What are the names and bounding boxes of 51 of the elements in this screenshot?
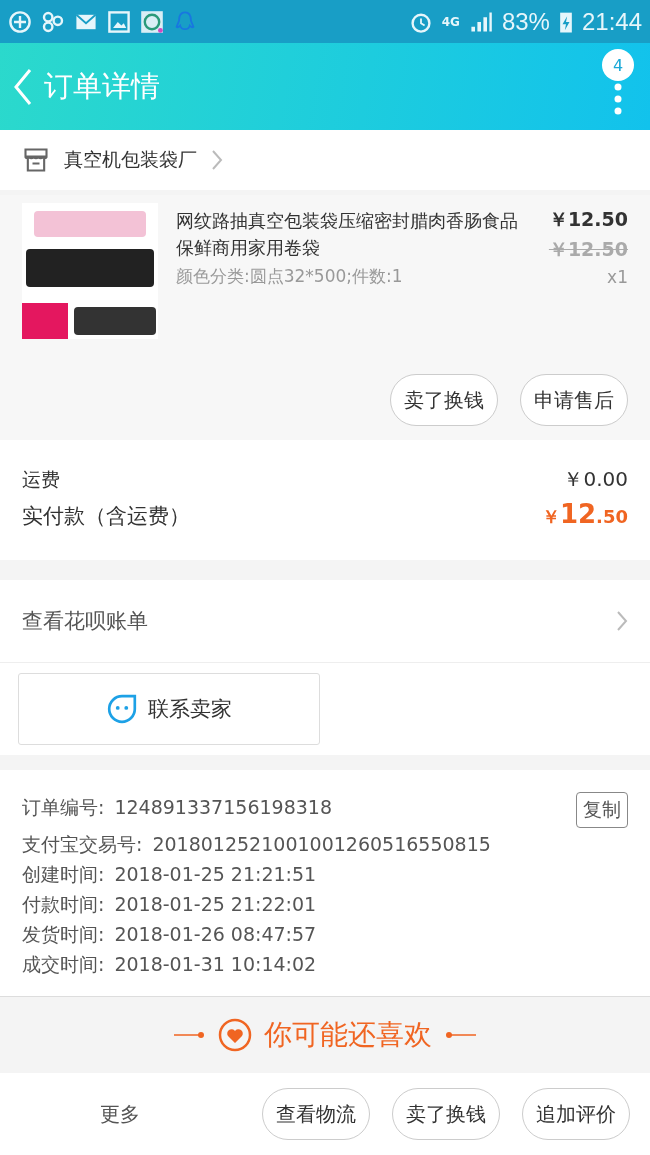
chevron-icon <box>211 149 223 171</box>
more-link[interactable]: 更多 <box>100 1100 140 1128</box>
shop-name: 真空机包装袋厂 <box>64 147 197 172</box>
product-price: ￥12.50 <box>548 207 628 232</box>
image-icon <box>107 9 131 34</box>
bill-link: 查看花呗账单 <box>22 608 148 635</box>
action-button[interactable]: 卖了换钱 <box>390 374 498 426</box>
smiley-icon <box>106 693 138 725</box>
copy-button[interactable]: 复制 <box>576 792 628 828</box>
fee-label: 运费 <box>22 467 60 492</box>
contact-seller-button[interactable]: 联系卖家 <box>18 673 320 745</box>
info-value: 2018012521001001260516550815 <box>152 832 491 857</box>
notification-badge: 4 <box>602 49 634 81</box>
carrier-icon <box>140 9 164 34</box>
info-label: 订单编号: <box>22 795 105 820</box>
original-price: ￥12.50 <box>548 237 628 262</box>
action-button[interactable]: 追加评价 <box>522 1088 630 1140</box>
circles-icon <box>41 9 65 34</box>
dot-line-icon <box>444 1030 476 1040</box>
shop-icon <box>22 146 50 174</box>
plus-circle-icon <box>8 9 32 34</box>
action-button[interactable]: 卖了换钱 <box>392 1088 500 1140</box>
page-title: 订单详情 <box>44 67 161 105</box>
shop-row[interactable]: 真空机包装袋厂 <box>0 130 650 190</box>
info-value: 2018-01-31 10:14:02 <box>114 952 317 977</box>
info-value: 124891337156198318 <box>114 795 332 820</box>
action-button[interactable]: 申请售后 <box>520 374 628 426</box>
info-label: 发货时间: <box>22 922 105 947</box>
info-value: 2018-01-25 21:22:01 <box>114 892 317 917</box>
back-icon[interactable] <box>12 66 34 107</box>
info-label: 成交时间: <box>22 952 105 977</box>
info-value: 2018-01-26 08:47:57 <box>114 922 317 947</box>
product-variant: 颜色分类:圆点32*500;件数:1 <box>176 265 404 288</box>
battery-percent: 83% <box>501 7 550 36</box>
total-amount: ￥12.50 <box>541 499 628 529</box>
product-title[interactable]: 网纹路抽真空包装袋压缩密封腊肉香肠食品保鲜商用家用卷袋 <box>176 207 531 261</box>
info-label: 付款时间: <box>22 892 105 917</box>
network-type: 4G <box>441 14 460 29</box>
clock: 21:44 <box>581 7 642 36</box>
fee-value: ￥0.00 <box>563 466 628 493</box>
recommend-title: 你可能还喜欢 <box>264 1017 432 1053</box>
chevron-icon <box>616 610 628 632</box>
fee-label: 实付款（含运费） <box>22 503 190 530</box>
info-label: 创建时间: <box>22 862 105 887</box>
quantity: x1 <box>607 267 628 287</box>
signal-icon <box>468 9 493 34</box>
dot-line-icon <box>174 1030 206 1040</box>
info-value: 2018-01-25 21:21:51 <box>114 862 317 887</box>
bill-row[interactable]: 查看花呗账单 <box>0 580 650 663</box>
action-button[interactable]: 查看物流 <box>262 1088 370 1140</box>
info-label: 支付宝交易号: <box>22 832 143 857</box>
